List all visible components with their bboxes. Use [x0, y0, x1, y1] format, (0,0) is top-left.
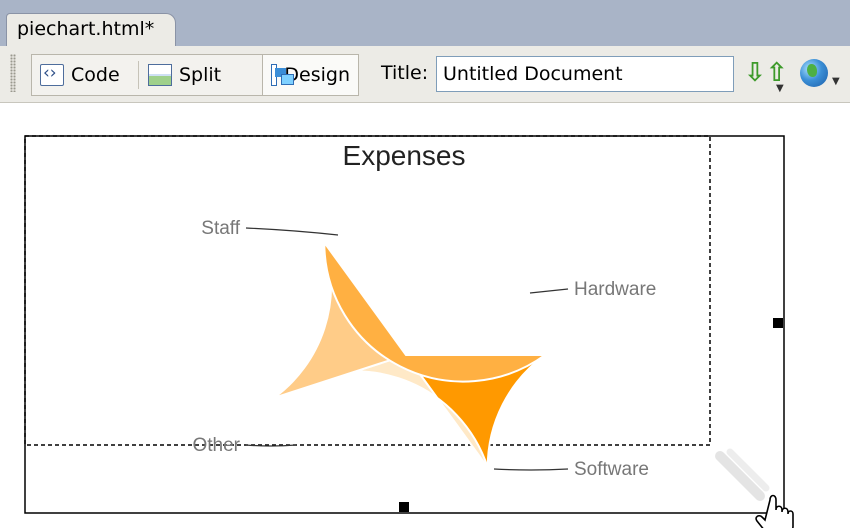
document-tab-strip: piechart.html*: [0, 0, 850, 46]
hand-drag-icon: [715, 448, 794, 528]
leader-line-other: [245, 444, 297, 447]
split-view-icon: [148, 64, 172, 86]
code-view-label: Code: [71, 64, 120, 86]
leader-line-hardware: [529, 288, 569, 294]
file-management-icon[interactable]: ⇩⇧ ▼: [744, 56, 788, 94]
split-view-button[interactable]: Split: [140, 55, 262, 95]
selected-element-border: [24, 135, 785, 514]
design-view-button[interactable]: Design: [262, 55, 358, 95]
resize-handle-bottom[interactable]: [399, 502, 409, 512]
document-title-input[interactable]: [436, 56, 734, 92]
slice-label-other: Other: [192, 435, 240, 456]
design-view-label: Design: [284, 64, 350, 86]
leader-line-software: [493, 468, 569, 471]
preview-dropdown-caret-icon[interactable]: ▼: [832, 76, 840, 87]
design-view-icon: [271, 64, 296, 86]
dropdown-caret-icon: ▼: [776, 83, 784, 94]
code-view-icon: [40, 63, 64, 86]
view-mode-group: Code Split Design: [31, 54, 359, 96]
slice-label-software: Software: [574, 459, 649, 480]
slice-label-hardware: Hardware: [574, 279, 656, 300]
pie-labels: Hardware Software Other Staff: [192, 218, 656, 480]
pie-slices: [273, 239, 549, 471]
view-separator: [138, 61, 139, 89]
leader-line-staff: [245, 227, 339, 236]
chart-title: Expenses: [343, 140, 466, 171]
resize-handle-right[interactable]: [773, 318, 783, 328]
design-canvas[interactable]: Expenses Hardware Software Other Staff: [0, 103, 850, 532]
title-label: Title:: [381, 62, 429, 84]
code-view-button[interactable]: Code: [32, 55, 132, 95]
split-view-label: Split: [179, 64, 222, 86]
slice-label-staff: Staff: [201, 218, 240, 239]
document-toolbar: Code Split Design Title: ⇩⇧▼ ▼: [0, 46, 850, 103]
toolbar-grip-handle[interactable]: [10, 54, 16, 92]
document-tab[interactable]: piechart.html*: [6, 13, 176, 46]
preview-browser-icon[interactable]: [800, 59, 828, 87]
